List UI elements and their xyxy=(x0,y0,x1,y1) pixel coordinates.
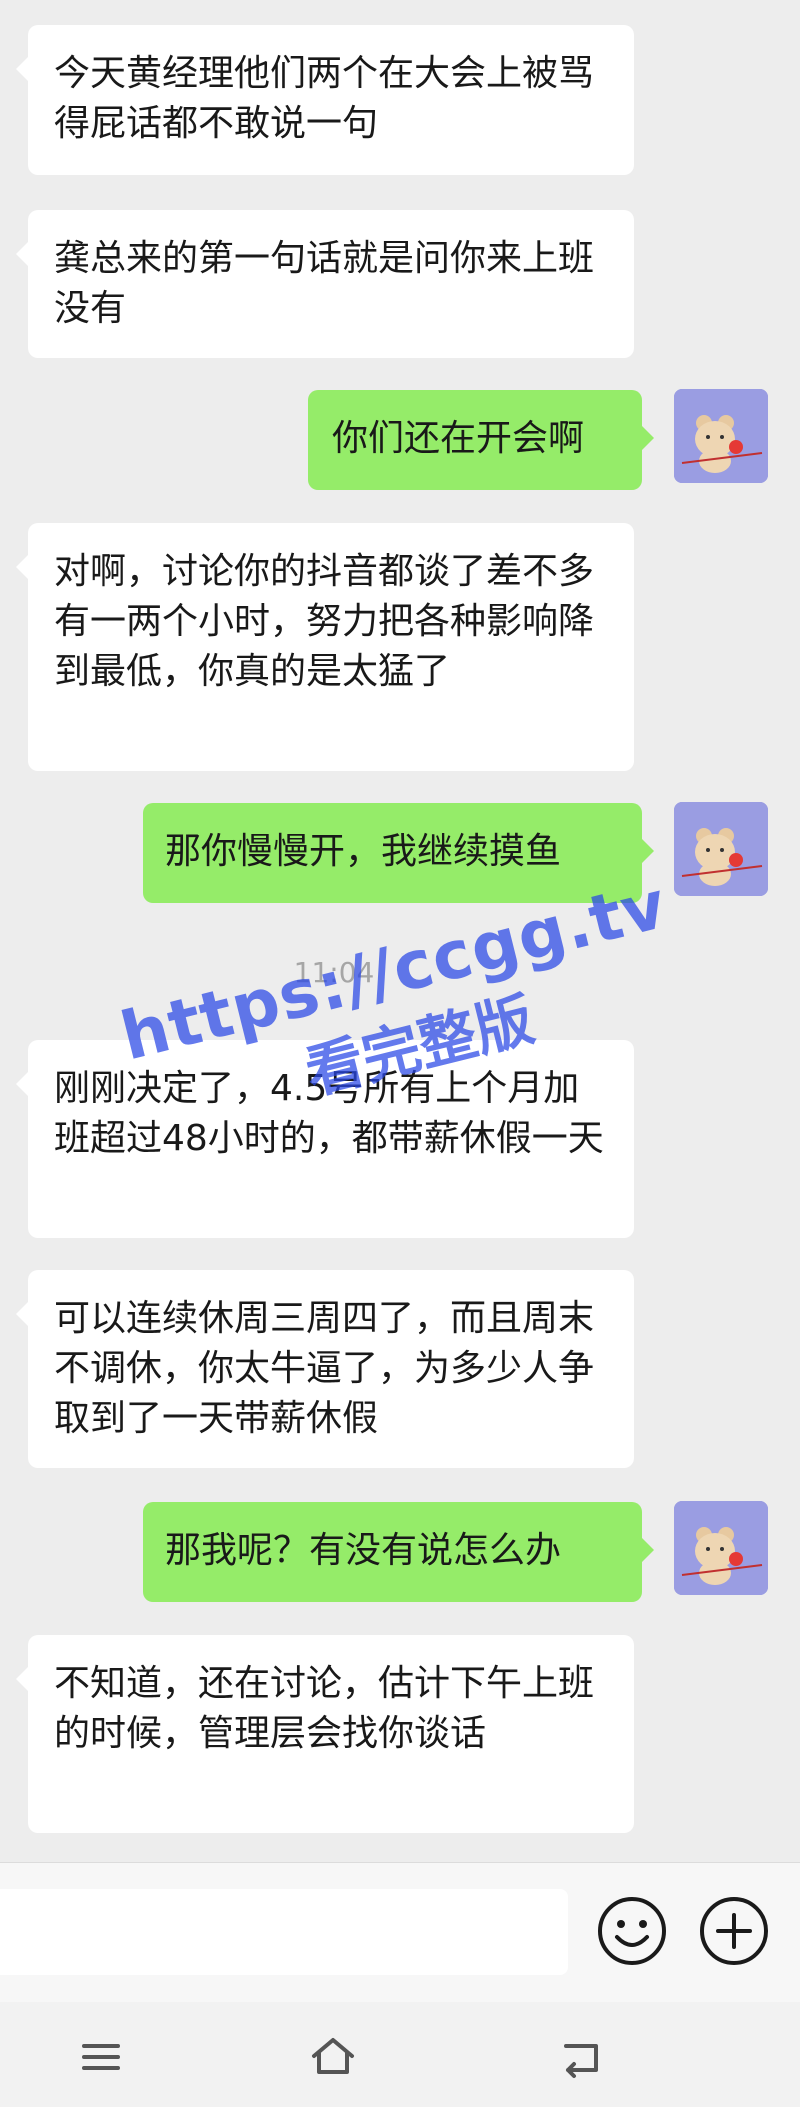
menu-icon xyxy=(82,2044,120,2070)
avatar[interactable] xyxy=(674,1501,768,1595)
message-bubble-received[interactable]: 刚刚决定了，4.5号所有上个月加班超过48小时的，都带薪休假一天 xyxy=(16,1040,634,1238)
smiley-icon xyxy=(598,1897,666,1965)
message-bubble-received[interactable]: 对啊，讨论你的抖音都谈了差不多有一两个小时，努力把各种影响降到最低，你真的是太猛… xyxy=(16,523,634,771)
message-text: 今天黄经理他们两个在大会上被骂得屁话都不敢说一句 xyxy=(54,53,595,144)
message-bubble-received[interactable]: 今天黄经理他们两个在大会上被骂得屁话都不敢说一句 xyxy=(16,25,634,175)
message-text: 对啊，讨论你的抖音都谈了差不多有一两个小时，努力把各种影响降到最低，你真的是太猛… xyxy=(54,551,595,692)
avatar[interactable] xyxy=(674,802,768,896)
nav-back-button[interactable] xyxy=(556,2032,606,2082)
avatar-bear-icon xyxy=(674,1501,768,1595)
input-bar xyxy=(0,1862,800,2003)
message-text: 不知道，还在讨论，估计下午上班的时候，管理层会找你谈话 xyxy=(54,1663,595,1754)
emoji-button[interactable] xyxy=(596,1895,668,1967)
message-text: 龚总来的第一句话就是问你来上班没有 xyxy=(54,238,595,329)
message-input[interactable] xyxy=(0,1889,568,1975)
home-icon xyxy=(312,2038,354,2074)
message-text: 你们还在开会啊 xyxy=(332,418,585,459)
message-text: 那你慢慢开，我继续摸鱼 xyxy=(165,831,562,872)
avatar[interactable] xyxy=(674,389,768,483)
nav-home-button[interactable] xyxy=(308,2032,358,2082)
back-icon xyxy=(564,2044,598,2078)
message-text: 刚刚决定了，4.5号所有上个月加班超过48小时的，都带薪休假一天 xyxy=(54,1068,604,1159)
message-bubble-sent[interactable]: 那你慢慢开，我继续摸鱼 xyxy=(143,803,654,903)
chat-area[interactable]: 今天黄经理他们两个在大会上被骂得屁话都不敢说一句 龚总来的第一句话就是问你来上班… xyxy=(0,0,800,1862)
add-button[interactable] xyxy=(698,1895,770,1967)
avatar-bear-icon xyxy=(674,802,768,896)
message-bubble-received[interactable]: 可以连续休周三周四了，而且周末不调休，你太牛逼了，为多少人争取到了一天带薪休假 xyxy=(16,1270,634,1468)
message-bubble-received[interactable]: 龚总来的第一句话就是问你来上班没有 xyxy=(16,210,634,358)
message-bubble-sent[interactable]: 你们还在开会啊 xyxy=(308,390,654,490)
avatar-bear-icon xyxy=(674,389,768,483)
system-nav-bar xyxy=(0,2002,800,2107)
plus-circle-icon xyxy=(700,1897,768,1965)
message-text: 可以连续休周三周四了，而且周末不调休，你太牛逼了，为多少人争取到了一天带薪休假 xyxy=(54,1298,595,1439)
message-bubble-sent[interactable]: 那我呢？有没有说怎么办 xyxy=(143,1502,654,1602)
message-bubble-received[interactable]: 不知道，还在讨论，估计下午上班的时候，管理层会找你谈话 xyxy=(16,1635,634,1833)
nav-menu-button[interactable] xyxy=(76,2032,126,2082)
message-timestamp: 11:04 xyxy=(293,956,375,989)
message-text: 那我呢？有没有说怎么办 xyxy=(165,1530,562,1571)
